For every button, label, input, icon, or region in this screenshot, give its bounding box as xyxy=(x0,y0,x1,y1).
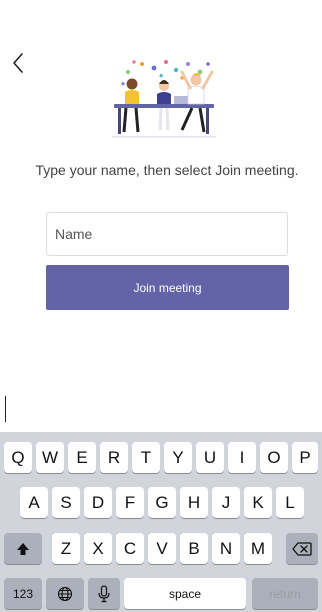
key-p[interactable]: P xyxy=(292,442,318,473)
shift-arrow-icon xyxy=(17,542,29,555)
key-b[interactable]: B xyxy=(180,533,208,564)
key-m[interactable]: M xyxy=(244,533,272,564)
key-f[interactable]: F xyxy=(116,487,144,518)
text-cursor xyxy=(5,396,6,422)
join-meeting-button[interactable]: Join meeting xyxy=(46,265,289,310)
key-r[interactable]: R xyxy=(100,442,128,473)
key-s[interactable]: S xyxy=(52,487,80,518)
name-input[interactable] xyxy=(46,212,288,256)
globe-key[interactable] xyxy=(46,578,84,609)
key-z[interactable]: Z xyxy=(52,533,80,564)
shift-key[interactable] xyxy=(4,533,42,564)
return-key[interactable]: return xyxy=(252,578,318,609)
instructions-text: Type your name, then select Join meeting… xyxy=(35,162,299,178)
chevron-left-icon xyxy=(13,53,23,73)
microphone-icon xyxy=(98,584,110,602)
key-t[interactable]: T xyxy=(132,442,160,473)
key-y[interactable]: Y xyxy=(164,442,192,473)
globe-icon xyxy=(57,586,73,601)
key-d[interactable]: D xyxy=(84,487,112,518)
space-key[interactable]: space xyxy=(124,578,246,609)
key-c[interactable]: C xyxy=(116,533,144,564)
backspace-key[interactable] xyxy=(286,533,318,564)
key-k[interactable]: K xyxy=(244,487,272,518)
backspace-icon xyxy=(292,541,312,556)
key-n[interactable]: N xyxy=(212,533,240,564)
key-v[interactable]: V xyxy=(148,533,176,564)
numbers-key[interactable]: 123 xyxy=(4,578,42,609)
on-screen-keyboard: Q W E R T Y U I O P A S D F G H J K L Z … xyxy=(0,432,322,612)
key-a[interactable]: A xyxy=(20,487,48,518)
back-button[interactable] xyxy=(8,50,30,76)
key-i[interactable]: I xyxy=(228,442,256,473)
dictation-key[interactable] xyxy=(88,578,120,609)
key-o[interactable]: O xyxy=(260,442,288,473)
key-w[interactable]: W xyxy=(36,442,64,473)
key-u[interactable]: U xyxy=(196,442,224,473)
key-x[interactable]: X xyxy=(84,533,112,564)
key-e[interactable]: E xyxy=(68,442,96,473)
key-j[interactable]: J xyxy=(212,487,240,518)
key-h[interactable]: H xyxy=(180,487,208,518)
key-g[interactable]: G xyxy=(148,487,176,518)
key-l[interactable]: L xyxy=(276,487,304,518)
key-q[interactable]: Q xyxy=(4,442,32,473)
meeting-people-illustration xyxy=(108,58,220,140)
